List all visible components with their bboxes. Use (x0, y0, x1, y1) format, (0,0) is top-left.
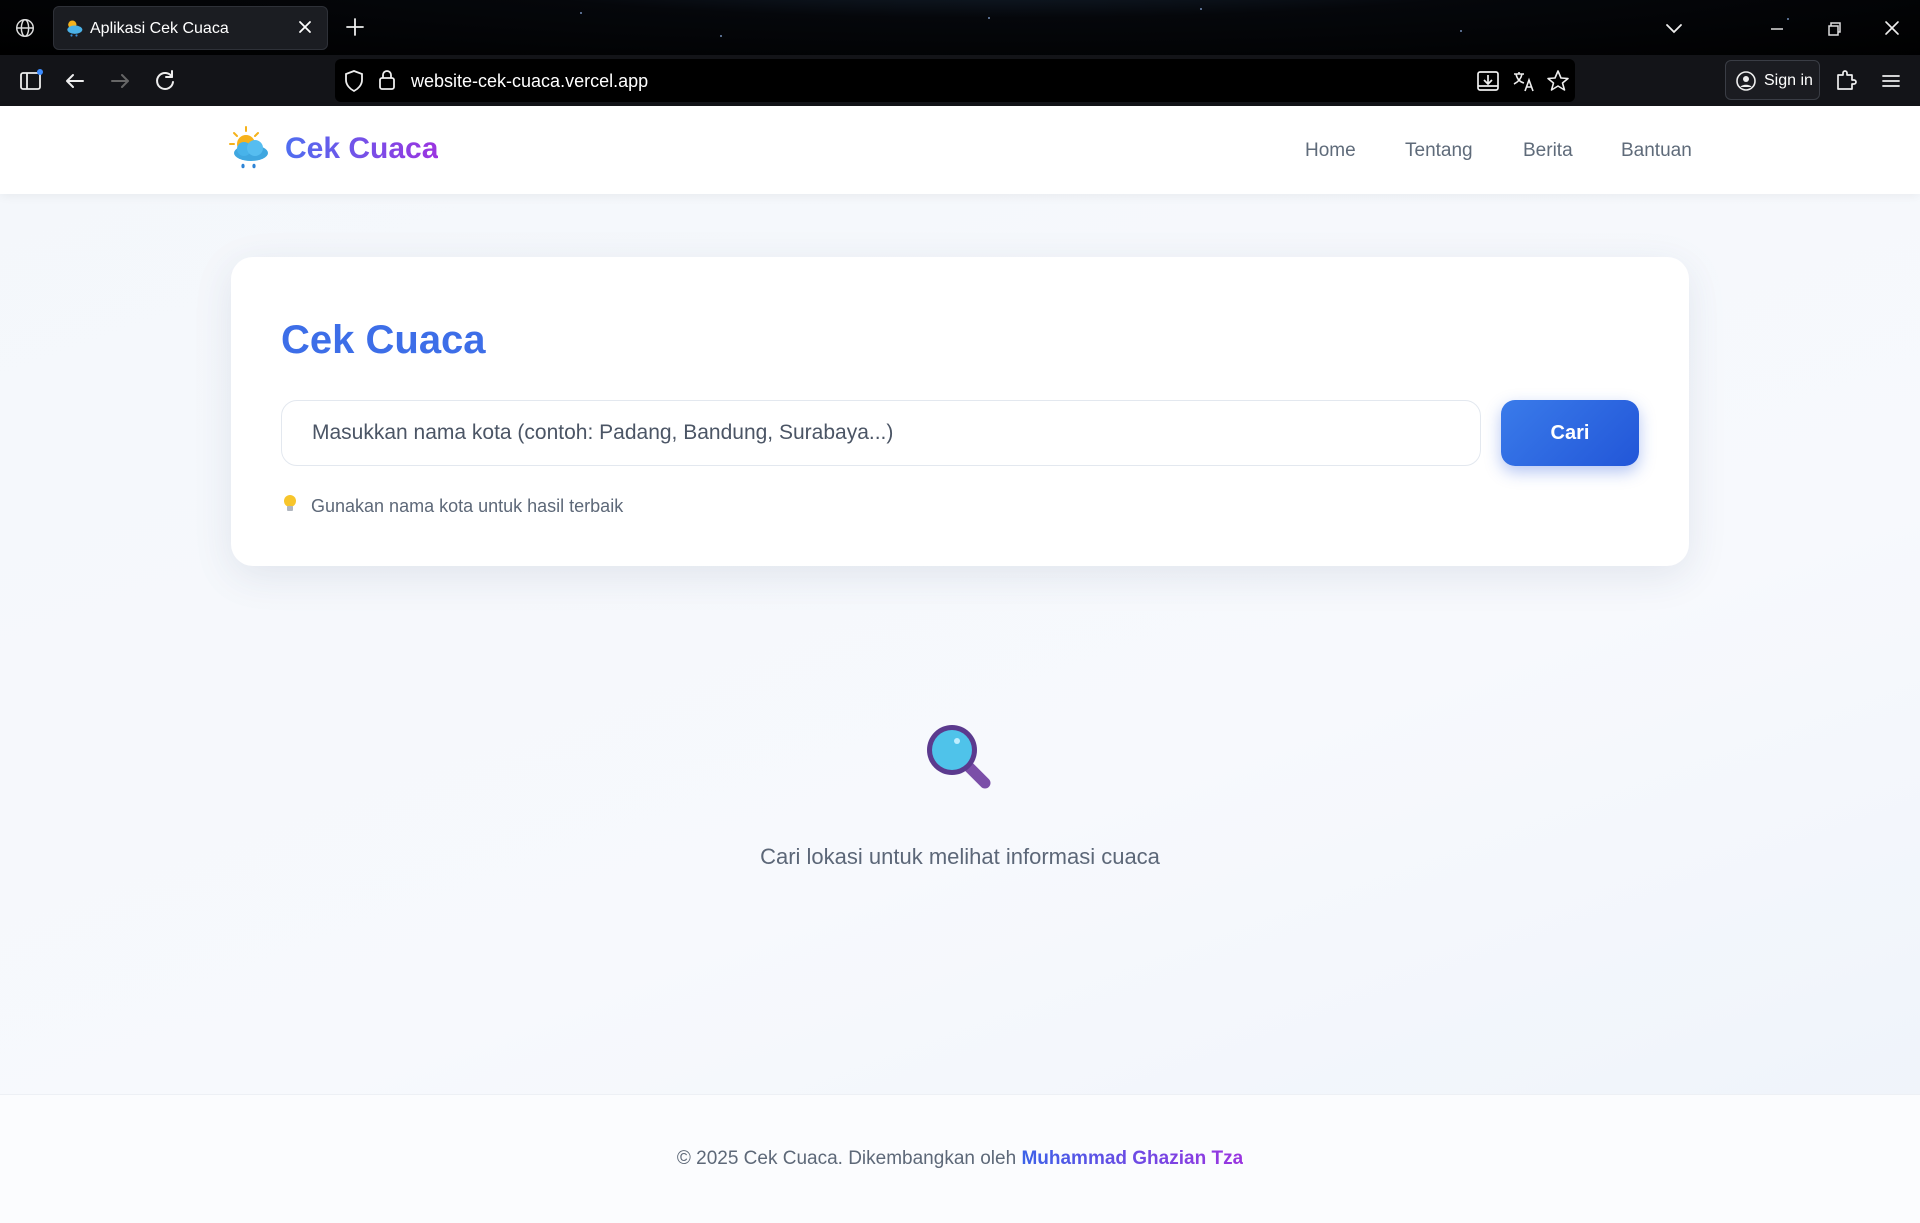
star-decoration (580, 12, 582, 14)
lock-icon[interactable] (375, 67, 399, 93)
lightbulb-icon (284, 495, 296, 511)
new-tab-icon[interactable] (344, 16, 366, 38)
page: Cek Cuaca Home Tentang Berita Bantuan Ce… (0, 106, 1920, 1223)
magnifier-icon (927, 725, 991, 789)
bookmark-star-icon[interactable] (1545, 68, 1571, 94)
translate-icon[interactable] (1511, 68, 1537, 94)
chevron-down-icon[interactable] (1663, 17, 1685, 39)
sign-in-button[interactable]: Sign in (1725, 60, 1820, 100)
star-decoration (1460, 30, 1462, 32)
footer-copyright: © 2025 Cek Cuaca. Dikembangkan oleh (676, 1148, 1017, 1169)
browser-tab[interactable]: Aplikasi Cek Cuaca (53, 6, 328, 50)
tab-title: Aplikasi Cek Cuaca (90, 20, 229, 37)
install-app-icon[interactable] (1475, 68, 1501, 94)
search-card-title: Cek Cuaca (281, 318, 486, 362)
sidebar-icon[interactable] (17, 67, 45, 95)
sign-in-label: Sign in (1764, 72, 1813, 89)
site-brand[interactable]: Cek Cuaca (285, 132, 438, 166)
search-card: Cek Cuaca Cari Gunakan nama kota untuk h… (231, 257, 1689, 566)
star-decoration (1200, 8, 1202, 10)
account-icon (1736, 71, 1756, 91)
back-arrow-icon[interactable] (61, 67, 89, 95)
url-text[interactable]: website-cek-cuaca.vercel.app (411, 71, 648, 92)
extensions-icon[interactable] (1832, 67, 1860, 95)
close-window-icon[interactable] (1879, 15, 1905, 41)
city-search-input[interactable] (281, 400, 1481, 466)
weather-favicon-icon (67, 20, 83, 37)
close-tab-icon[interactable] (295, 17, 315, 37)
star-decoration (720, 35, 722, 37)
globe-icon[interactable] (14, 17, 36, 39)
search-hint: Gunakan nama kota untuk hasil terbaik (311, 496, 624, 516)
footer-author-link[interactable]: Muhammad Ghazian Tza (1021, 1148, 1243, 1169)
address-bar[interactable]: website-cek-cuaca.vercel.app (335, 59, 1575, 102)
restore-icon[interactable] (1822, 17, 1846, 41)
site-header: Cek Cuaca Home Tentang Berita Bantuan (0, 106, 1920, 194)
menu-icon[interactable] (1877, 67, 1905, 95)
browser-toolbar: website-cek-cuaca.vercel.app Sign in (0, 55, 1920, 106)
nav-tentang[interactable]: Tentang (1405, 140, 1473, 162)
browser-tab-bar: Aplikasi Cek Cuaca (0, 0, 1920, 55)
search-button[interactable]: Cari (1501, 400, 1639, 466)
forward-arrow-icon[interactable] (106, 67, 134, 95)
reload-icon[interactable] (151, 67, 179, 95)
site-footer: © 2025 Cek Cuaca. Dikembangkan oleh Muha… (0, 1094, 1920, 1223)
nav-home[interactable]: Home (1305, 140, 1356, 162)
empty-state-message: Cari lokasi untuk melihat informasi cuac… (760, 844, 1160, 869)
weather-logo-icon[interactable] (229, 126, 271, 172)
minimize-icon[interactable] (1765, 17, 1789, 41)
footer-text: © 2025 Cek Cuaca. Dikembangkan oleh Muha… (0, 1148, 1920, 1170)
nav-berita[interactable]: Berita (1523, 140, 1573, 162)
shield-icon[interactable] (341, 68, 367, 94)
star-decoration (988, 17, 990, 19)
nav-bantuan[interactable]: Bantuan (1621, 140, 1692, 162)
